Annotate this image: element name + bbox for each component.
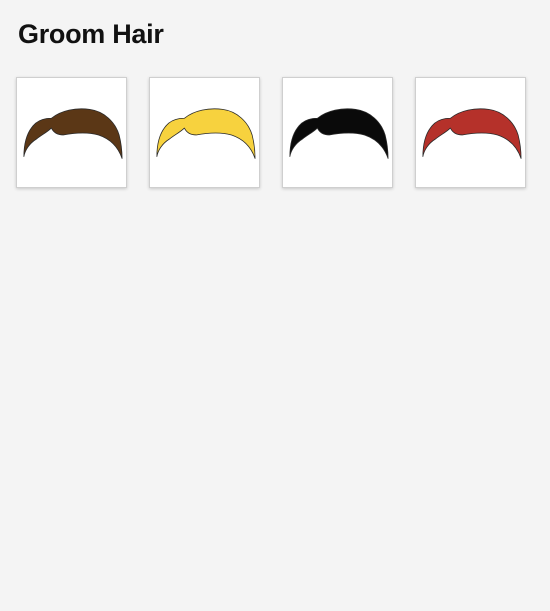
black-hair-icon <box>289 108 389 159</box>
blonde-hair-icon <box>156 108 256 159</box>
hair-option-black[interactable] <box>282 77 393 188</box>
hair-shape <box>422 108 522 159</box>
hair-shape <box>23 108 123 159</box>
hair-option-blonde[interactable] <box>149 77 260 188</box>
hair-options-list <box>16 77 526 188</box>
red-hair-icon <box>422 108 522 159</box>
hair-option-red[interactable] <box>415 77 526 188</box>
hair-option-brown[interactable] <box>16 77 127 188</box>
brown-hair-icon <box>23 108 123 159</box>
hair-shape <box>289 108 389 159</box>
page-title: Groom Hair <box>18 19 164 49</box>
hair-shape <box>156 108 256 159</box>
